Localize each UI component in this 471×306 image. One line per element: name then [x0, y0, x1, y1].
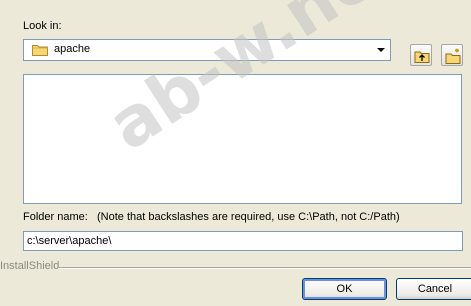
folder-icon	[32, 45, 48, 56]
new-folder-button[interactable]	[441, 44, 463, 66]
folder-name-label: Folder name:	[23, 211, 88, 223]
ok-button[interactable]: OK	[302, 278, 387, 300]
look-in-value: apache	[54, 43, 91, 55]
look-in-dropdown[interactable]: apache	[23, 39, 391, 61]
folder-list[interactable]	[23, 74, 462, 204]
cancel-button[interactable]: Cancel	[396, 278, 471, 300]
folder-name-input[interactable]	[23, 231, 463, 251]
installshield-brand: InstallShield	[0, 260, 60, 272]
up-one-level-button[interactable]	[410, 44, 432, 66]
up-folder-icon	[414, 51, 430, 63]
footer-divider	[58, 267, 471, 269]
chevron-down-icon[interactable]	[372, 40, 390, 60]
new-folder-icon	[445, 48, 461, 64]
look-in-label: Look in:	[23, 20, 62, 32]
folder-name-note: (Note that backslashes are required, use…	[97, 211, 400, 223]
